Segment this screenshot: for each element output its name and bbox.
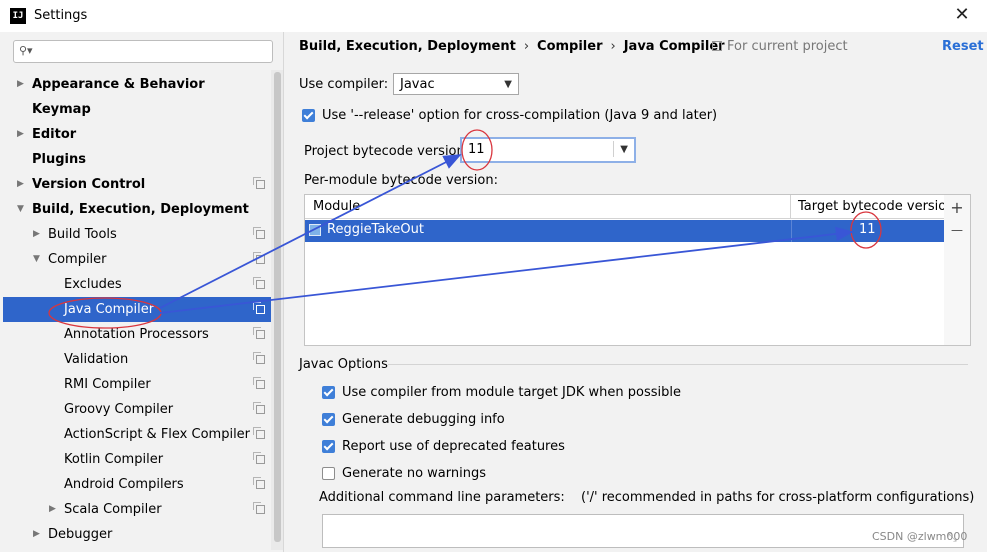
module-bytecode-table[interactable]: Module Target bytecode version ReggieTak… <box>304 194 945 346</box>
project-scope-icon <box>712 41 722 51</box>
project-bytecode-version-label: Project bytecode version: <box>304 144 470 159</box>
chevron-right-icon[interactable]: ▶ <box>33 222 40 247</box>
module-icon <box>309 224 321 236</box>
javac-options-group-label: Javac Options <box>299 357 388 372</box>
project-scope-icon <box>253 402 265 414</box>
project-scope-icon <box>253 252 265 264</box>
java-compiler-panel: Build, Execution, Deployment › Compiler › Ja… <box>284 32 987 552</box>
table-toolbar: + — <box>944 194 971 346</box>
group-divider <box>388 364 968 365</box>
sidebar-item-build-tools[interactable]: ▶ Build Tools <box>3 222 271 247</box>
use-compiler-select[interactable]: Javac ▼ <box>393 73 519 95</box>
watermark: CSDN @zlwm000 <box>872 530 968 543</box>
breadcrumb-compiler: Compiler <box>537 39 603 54</box>
deprecated-features-label: Report use of deprecated features <box>342 439 565 454</box>
sidebar-scrollbar-thumb[interactable] <box>274 72 281 542</box>
sidebar-item-annotation-processors[interactable]: Annotation Processors <box>3 322 271 347</box>
sidebar-item-rmi-compiler[interactable]: RMI Compiler <box>3 372 271 397</box>
use-module-jdk-label: Use compiler from module target JDK when… <box>342 385 681 400</box>
sidebar-item-excludes[interactable]: Excludes <box>3 272 271 297</box>
project-scope-icon <box>253 277 265 289</box>
no-warnings-label: Generate no warnings <box>342 466 487 481</box>
sidebar-item-appearance-behavior[interactable]: ▶ Appearance & Behavior <box>3 72 271 97</box>
debugging-info-label: Generate debugging info <box>342 412 505 427</box>
reset-link[interactable]: Reset <box>942 39 984 54</box>
release-option-checkbox[interactable] <box>302 109 315 122</box>
breadcrumb-build-execution-deployment: Build, Execution, Deployment <box>299 39 516 54</box>
chevron-right-icon[interactable]: ▶ <box>17 172 24 197</box>
scope-indicator: For current project <box>712 39 848 54</box>
release-option-label: Use '--release' option for cross-compila… <box>322 108 718 123</box>
breadcrumb-separator: › <box>523 39 530 54</box>
additional-params-input[interactable]: ⤡ <box>322 514 964 548</box>
chevron-down-icon: ▼ <box>620 144 628 155</box>
chevron-right-icon[interactable]: ▶ <box>17 122 24 147</box>
sidebar-item-groovy-compiler[interactable]: Groovy Compiler <box>3 397 271 422</box>
sidebar-item-build-execution-deployment[interactable]: ▼ Build, Execution, Deployment <box>3 197 271 222</box>
deprecated-features-checkbox[interactable] <box>322 440 335 453</box>
project-scope-icon <box>253 377 265 389</box>
use-compiler-label: Use compiler: <box>299 77 389 92</box>
sidebar-item-kotlin-compiler[interactable]: Kotlin Compiler <box>3 447 271 472</box>
column-header-module[interactable]: Module <box>305 195 791 219</box>
sidebar-item-validation[interactable]: Validation <box>3 347 271 372</box>
chevron-right-icon[interactable]: ▶ <box>17 72 24 97</box>
sidebar-item-keymap[interactable]: Keymap <box>3 97 271 122</box>
add-module-button[interactable]: + <box>944 198 970 217</box>
title-bar: IJ Settings ✕ <box>0 0 987 32</box>
project-scope-icon <box>253 477 265 489</box>
project-scope-icon <box>253 177 265 189</box>
project-scope-icon <box>253 327 265 339</box>
sidebar-item-scala-compiler[interactable]: ▶ Scala Compiler <box>3 497 271 522</box>
column-header-target-bytecode[interactable]: Target bytecode version <box>791 195 944 219</box>
breadcrumb-separator: › <box>610 39 616 54</box>
table-row[interactable]: ReggieTakeOut 11 <box>305 220 944 242</box>
project-scope-icon <box>253 302 265 314</box>
project-bytecode-version-select[interactable]: 11 ▼ <box>460 137 636 163</box>
remove-module-button[interactable]: — <box>944 223 970 237</box>
chevron-down-icon[interactable]: ▼ <box>17 197 24 222</box>
settings-search-input[interactable]: ⚲▾ <box>13 40 273 63</box>
additional-params-hint: ('/' recommended in paths for cross-plat… <box>581 490 975 505</box>
breadcrumb-java-compiler: Java Compiler <box>623 39 725 54</box>
settings-sidebar: ⚲▾ ▶ Appearance & Behavior Keymap ▶ Edit… <box>3 32 284 552</box>
use-module-jdk-checkbox[interactable] <box>322 386 335 399</box>
sidebar-item-debugger[interactable]: ▶ Debugger <box>3 522 271 547</box>
sidebar-item-plugins[interactable]: Plugins <box>3 147 271 172</box>
sidebar-item-java-compiler[interactable]: Java Compiler <box>3 297 271 322</box>
sidebar-item-editor[interactable]: ▶ Editor <box>3 122 271 147</box>
sidebar-item-actionscript-flex-compiler[interactable]: ActionScript & Flex Compiler <box>3 422 271 447</box>
project-scope-icon <box>253 502 265 514</box>
chevron-right-icon[interactable]: ▶ <box>33 522 40 547</box>
chevron-right-icon[interactable]: ▶ <box>49 497 56 522</box>
sidebar-item-android-compilers[interactable]: Android Compilers <box>3 472 271 497</box>
sidebar-item-version-control[interactable]: ▶ Version Control <box>3 172 271 197</box>
additional-params-label: Additional command line parameters: <box>319 490 565 505</box>
no-warnings-checkbox[interactable] <box>322 467 335 480</box>
project-scope-icon <box>253 427 265 439</box>
sidebar-item-compiler[interactable]: ▼ Compiler <box>3 247 271 272</box>
project-scope-icon <box>253 227 265 239</box>
intellij-app-icon: IJ <box>10 8 26 24</box>
project-scope-icon <box>253 352 265 364</box>
chevron-down-icon[interactable]: ▼ <box>33 247 40 272</box>
chevron-down-icon: ▼ <box>504 79 512 90</box>
window-title: Settings <box>34 8 88 23</box>
close-icon[interactable]: ✕ <box>950 3 974 27</box>
debugging-info-checkbox[interactable] <box>322 413 335 426</box>
project-scope-icon <box>253 452 265 464</box>
search-icon: ⚲▾ <box>19 44 33 57</box>
breadcrumb: Build, Execution, Deployment › Compiler › Ja… <box>299 39 725 54</box>
per-module-bytecode-label: Per-module bytecode version: <box>304 173 498 188</box>
